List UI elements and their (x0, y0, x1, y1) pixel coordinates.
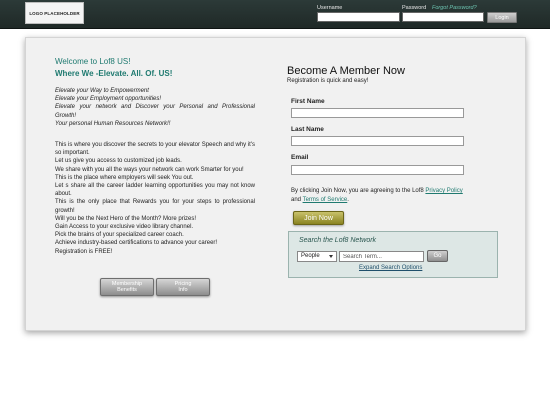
intro-italic-line: Elevate your network and Discover your P… (55, 104, 255, 119)
last-name-label: Last Name (291, 126, 324, 133)
intro-body-text: This is where you discover the secrets t… (55, 141, 255, 256)
email-label: Email (291, 154, 309, 161)
intro-body-line: Let us give you access to customized job… (55, 158, 182, 165)
intro-body-line: This is the only place that Rewards you … (55, 199, 255, 214)
agree-period: . (347, 196, 349, 203)
terms-agreement-text: By clicking Join Now, you are agreeing t… (291, 187, 471, 204)
membership-benefits-button[interactable]: Membership Benefits (100, 278, 154, 296)
intro-body-line: Pick the brains of your specialized care… (55, 232, 184, 239)
login-button[interactable]: Login (487, 12, 517, 23)
intro-body-line: Will you be the Next Hero of the Month? … (55, 215, 197, 222)
password-input[interactable] (402, 12, 484, 22)
intro-body-line: Let s share all the career ladder learni… (55, 183, 255, 198)
forgot-password-link[interactable]: Forgot Password? (432, 5, 477, 11)
agree-prefix: By clicking Join Now, you are agreeing t… (291, 188, 426, 194)
intro-italic-text: Elevate your Way to Empowerment Elevate … (55, 87, 255, 128)
search-title: Search the Lof8 Network (299, 237, 377, 244)
first-name-label: First Name (291, 98, 325, 105)
intro-body-line: Achieve industry-based certifications to… (55, 240, 218, 247)
pricing-info-button[interactable]: Pricing Info (156, 278, 210, 296)
main-card: Welcome to Lof8 US! Where We -Elevate. A… (25, 37, 526, 331)
pricing-button-line2: Info (178, 287, 188, 293)
search-category-value: People (301, 253, 320, 259)
search-term-input[interactable] (339, 251, 424, 262)
tagline-heading: Where We -Elevate. All. Of. US! (55, 69, 173, 78)
search-category-select[interactable]: People (297, 251, 337, 262)
intro-body-line: We share with you all the ways your netw… (55, 166, 244, 173)
username-label: Username (317, 5, 343, 11)
logo[interactable]: LOGO PLACEHOLDER (25, 2, 84, 24)
expand-search-options-link[interactable]: Expand Search Options (359, 265, 422, 271)
welcome-heading: Welcome to Lof8 US! (55, 57, 131, 66)
register-subtitle: Registration is quick and easy! (287, 78, 369, 84)
last-name-input[interactable] (291, 136, 464, 146)
register-title: Become A Member Now (287, 65, 405, 77)
chevron-down-icon (329, 255, 333, 258)
intro-body-line: This is where you discover the secrets t… (55, 142, 255, 157)
privacy-policy-link[interactable]: Privacy Policy (425, 188, 462, 194)
first-name-input[interactable] (291, 108, 464, 118)
intro-body-line: Registration is FREE! (55, 248, 113, 255)
terms-of-service-link[interactable]: Terms of Service (303, 197, 348, 203)
intro-italic-line: Your personal Human Resources Network!! (55, 120, 171, 127)
intro-body-line: This is the place where employers will s… (55, 174, 194, 181)
membership-button-line2: Benefits (117, 287, 137, 293)
network-search-panel: Search the Lof8 Network People Go Expand… (288, 231, 498, 278)
intro-italic-line: Elevate your Employment opportunities! (55, 96, 162, 103)
search-go-button[interactable]: Go (427, 250, 448, 262)
username-input[interactable] (317, 12, 400, 22)
intro-italic-line: Elevate your Way to Empowerment (55, 88, 149, 94)
join-now-button[interactable]: Join Now (293, 211, 344, 225)
top-navigation-bar: LOGO PLACEHOLDER Username Password Forgo… (0, 0, 550, 29)
agree-and: and (291, 196, 303, 203)
intro-body-line: Gain Access to your exclusive video libr… (55, 224, 194, 231)
password-label: Password (402, 5, 427, 11)
email-input[interactable] (291, 165, 464, 175)
